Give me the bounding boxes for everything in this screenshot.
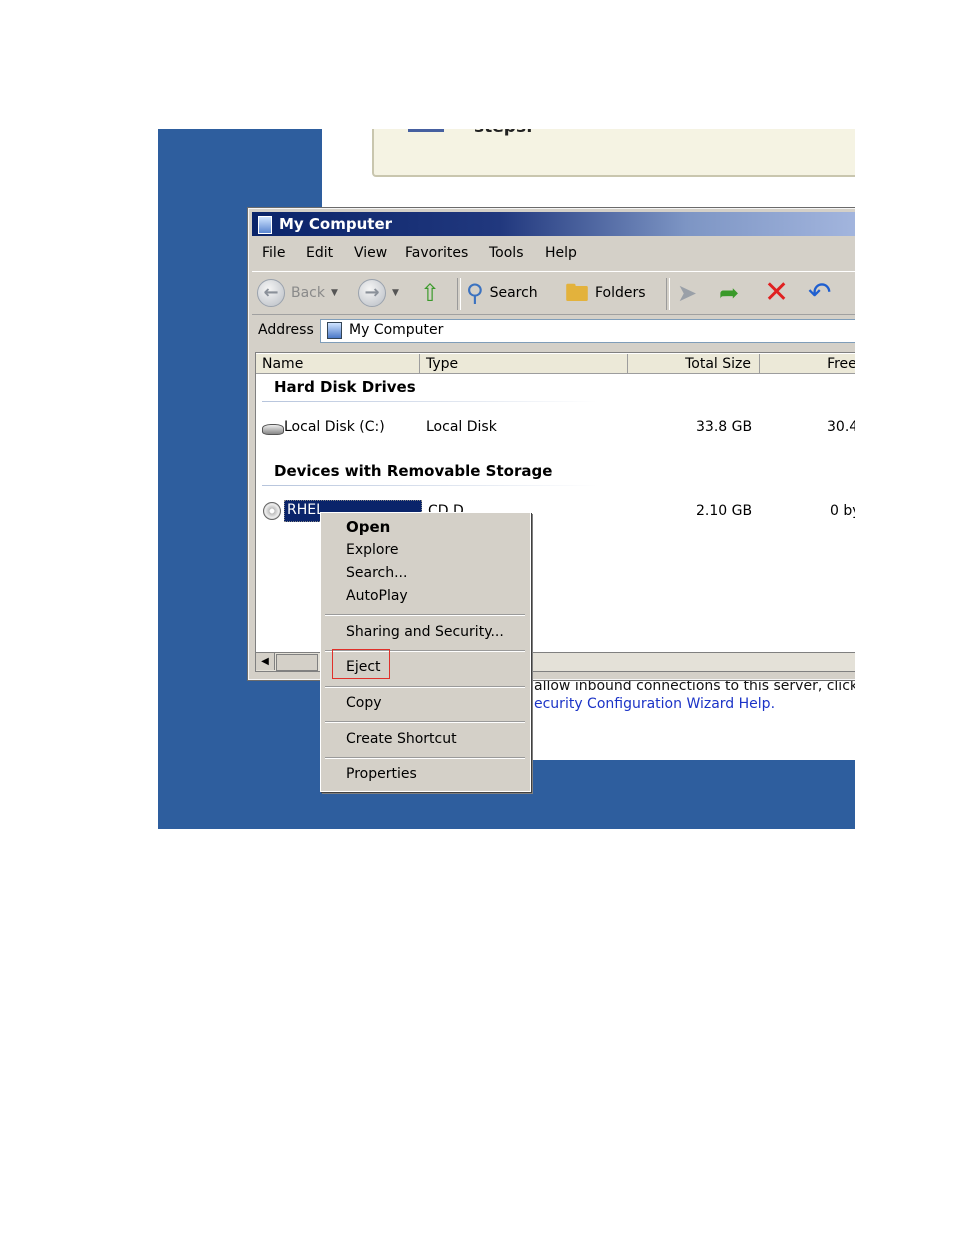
note-bar	[408, 129, 444, 132]
screenshot: steps. allow inbound connections to this…	[158, 129, 855, 829]
computer-icon	[258, 216, 272, 234]
copy-to-button[interactable]: ➦	[719, 276, 739, 310]
menu-item-explore[interactable]: Explore	[346, 542, 399, 558]
forward-arrow-icon: →	[358, 279, 386, 307]
group-divider	[262, 401, 598, 402]
scroll-thumb[interactable]	[276, 654, 318, 671]
undo-icon: ↶	[808, 276, 832, 309]
scroll-left-icon[interactable]: ◀	[256, 653, 275, 670]
menu-tools[interactable]: Tools	[489, 245, 524, 261]
forward-button[interactable]: → ▼	[358, 276, 399, 310]
row-cd-drive-free: 0 by	[830, 503, 855, 519]
toolbar-separator	[666, 278, 670, 310]
up-folder-icon: ⇧	[420, 279, 441, 307]
delete-button[interactable]: ✕	[764, 276, 789, 310]
address-label: Address	[258, 322, 314, 338]
move-to-button[interactable]: ➤	[677, 276, 697, 310]
folders-button[interactable]: 🖿 Folders	[565, 276, 646, 310]
back-arrow-icon: ←	[257, 279, 285, 307]
row-local-disk-type: Local Disk	[426, 419, 497, 435]
group-divider	[262, 485, 598, 486]
cd-drive-icon	[263, 502, 281, 520]
group-hard-disk-drives: Hard Disk Drives	[274, 378, 416, 396]
menu-edit[interactable]: Edit	[306, 245, 333, 261]
menu-item-eject[interactable]: Eject	[346, 659, 381, 675]
menu-bar: File Edit View Favorites Tools Help	[252, 242, 855, 266]
row-cd-drive-name: RHEL	[287, 502, 324, 518]
column-header-free-space[interactable]: Free Sp	[760, 354, 855, 374]
back-dropdown-icon[interactable]: ▼	[331, 288, 338, 298]
background-note: steps.	[372, 129, 855, 177]
delete-x-icon: ✕	[764, 275, 790, 310]
menu-item-properties[interactable]: Properties	[346, 766, 417, 782]
column-header-total-size[interactable]: Total Size	[628, 354, 760, 374]
background-info: allow inbound connections to this server…	[534, 677, 855, 713]
menu-item-copy[interactable]: Copy	[346, 695, 382, 711]
up-folder-button[interactable]: ⇧	[420, 276, 440, 310]
local-disk-icon	[262, 424, 284, 435]
menu-item-autoplay[interactable]: AutoPlay	[346, 588, 408, 604]
column-header-name[interactable]: Name	[256, 354, 420, 374]
folders-icon: 🖿	[565, 279, 589, 307]
menu-item-search[interactable]: Search...	[346, 565, 407, 581]
context-menu: Open Explore Search... AutoPlay Sharing …	[320, 512, 531, 792]
window-title: My Computer	[279, 215, 393, 233]
address-input[interactable]: My Computer	[320, 319, 855, 343]
menu-separator	[325, 757, 525, 759]
menu-separator	[325, 614, 525, 616]
row-local-disk-name[interactable]: Local Disk (C:)	[284, 419, 385, 435]
menu-help[interactable]: Help	[545, 245, 577, 261]
menu-item-open[interactable]: Open	[346, 518, 390, 536]
menu-item-create-shortcut[interactable]: Create Shortcut	[346, 731, 457, 747]
menu-separator	[325, 721, 525, 723]
move-to-icon: ➤	[677, 279, 698, 307]
copy-to-icon: ➦	[719, 279, 740, 307]
security-wizard-help-link[interactable]: ecurity Configuration Wizard Help.	[534, 695, 855, 713]
computer-icon	[327, 322, 342, 339]
forward-dropdown-icon[interactable]: ▼	[392, 288, 399, 298]
back-label: Back	[291, 285, 325, 301]
row-local-disk-total: 33.8 GB	[696, 419, 753, 435]
address-bar: Address My Computer	[252, 316, 855, 346]
row-cd-drive-total: 2.10 GB	[696, 503, 753, 519]
undo-button[interactable]: ↶	[808, 276, 831, 310]
menu-view[interactable]: View	[354, 245, 387, 261]
search-button[interactable]: ⚲ Search	[466, 276, 538, 310]
row-local-disk-free: 30.4	[827, 419, 855, 435]
group-removable-storage: Devices with Removable Storage	[274, 462, 553, 480]
note-heading: steps.	[474, 129, 533, 137]
search-icon: ⚲	[466, 279, 484, 307]
search-label: Search	[489, 285, 538, 301]
menu-separator	[325, 686, 525, 688]
menu-favorites[interactable]: Favorites	[405, 245, 468, 261]
address-value: My Computer	[349, 322, 444, 338]
title-bar[interactable]: My Computer	[252, 212, 855, 236]
toolbar: ← Back ▼ → ▼ ⇧ ⚲ Search 🖿 Folders ➤ ➦ ✕ …	[252, 271, 855, 315]
toolbar-separator	[457, 278, 461, 310]
menu-file[interactable]: File	[262, 245, 285, 261]
back-button[interactable]: ← Back ▼	[257, 276, 338, 310]
menu-item-sharing-security[interactable]: Sharing and Security...	[346, 624, 504, 640]
folders-label: Folders	[595, 285, 646, 301]
column-header-type[interactable]: Type	[420, 354, 628, 374]
